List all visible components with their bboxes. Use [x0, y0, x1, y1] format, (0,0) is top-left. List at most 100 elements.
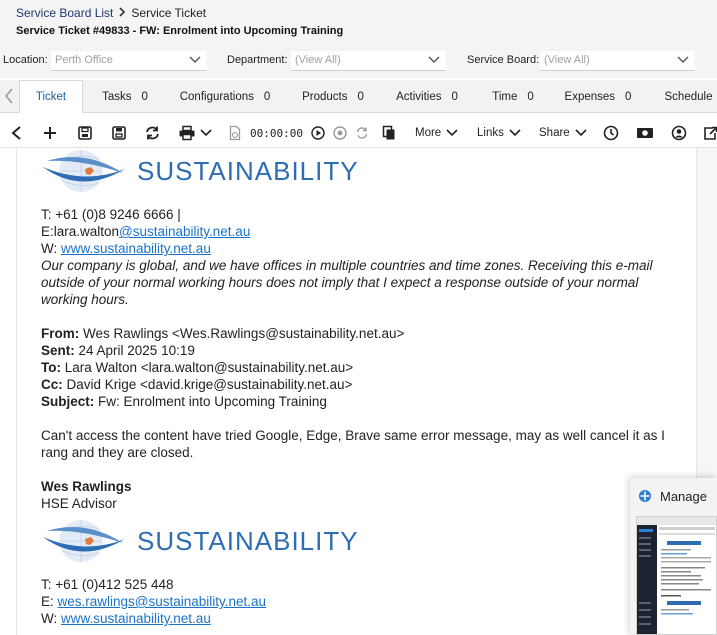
tab-ticket[interactable]: Ticket [19, 80, 83, 113]
time-entry-icon-wrap [229, 123, 241, 143]
signature-email-link[interactable]: wes.rawlings@sustainability.net.au [58, 594, 267, 609]
tab-schedule[interactable]: Schedule [660, 80, 717, 113]
ticket-notes-panel: SUSTAINABILITY T: +61 (0)8 9246 6666 | E… [16, 148, 697, 635]
service-board-value: (View All) [544, 54, 590, 66]
window-thumbnail[interactable] [636, 516, 717, 635]
more-label: More [415, 127, 442, 139]
timer-reset-button[interactable] [355, 123, 369, 143]
chevron-left-icon[interactable] [4, 87, 14, 105]
signature-phone: T: +61 (0)8 9246 6666 | [41, 207, 181, 222]
chevron-down-icon [428, 56, 440, 63]
tab-activities[interactable]: Activities 0 [392, 80, 462, 113]
more-menu[interactable]: More [415, 123, 459, 143]
document-clock-icon [229, 125, 241, 141]
app-window: Service Board List Service Ticket Servic… [0, 0, 717, 635]
signature-email-link[interactable]: @sustainability.net.au [119, 224, 250, 239]
manage-header[interactable]: Manage [630, 478, 717, 514]
to-label: To: [41, 360, 61, 375]
tab-configurations[interactable]: Configurations 0 [176, 80, 274, 113]
tab-label: Activities [396, 90, 442, 103]
signature-email-line: E: wes.rawlings@sustainability.net.au [41, 593, 681, 610]
tab-label: Ticket [35, 90, 67, 103]
tab-label: Configurations [179, 90, 254, 103]
signature-email-line: E:lara.walton@sustainability.net.au [41, 223, 681, 240]
timer-display: 00:00:00 [250, 126, 303, 140]
contact-button[interactable] [671, 123, 687, 143]
manage-label: Manage [660, 488, 707, 504]
open-external-button[interactable] [703, 123, 717, 143]
share-menu[interactable]: Share [539, 123, 588, 143]
tab-products[interactable]: Products 0 [298, 80, 368, 113]
timer-start-button[interactable] [311, 123, 325, 143]
links-menu[interactable]: Links [477, 123, 522, 143]
save-and-close-button[interactable] [111, 123, 127, 143]
tab-count: 0 [451, 90, 458, 103]
external-link-icon [704, 126, 717, 140]
logo-text: SUSTAINABILITY [137, 525, 359, 556]
history-button[interactable] [603, 123, 619, 143]
sent-label: Sent: [41, 343, 75, 358]
signature-web-link[interactable]: www.sustainability.net.au [61, 241, 211, 256]
breadcrumb: Service Board List Service Ticket [16, 6, 206, 20]
service-board-select[interactable]: (View All) [540, 51, 695, 71]
copy-button[interactable] [382, 123, 396, 143]
signature-web-line: W: www.sustainability.net.au [41, 610, 681, 627]
breadcrumb-service-board-list[interactable]: Service Board List [16, 6, 113, 20]
print-button[interactable] [178, 123, 213, 143]
email-body: SUSTAINABILITY T: +61 (0)8 9246 6666 | E… [41, 148, 681, 627]
header-subject: Subject: Fw: Enrolment into Upcoming Tra… [41, 393, 681, 410]
timer-stop-button[interactable] [333, 123, 347, 143]
tab-count: 0 [263, 90, 271, 103]
signature-web-line: W: www.sustainability.net.au [41, 240, 681, 257]
sent-value: 24 April 2025 10:19 [74, 343, 195, 358]
arrow-left-icon [11, 126, 21, 140]
reset-icon [356, 127, 368, 139]
tab-count: 0 [625, 90, 632, 103]
share-label: Share [539, 127, 570, 139]
new-button[interactable] [42, 123, 58, 143]
refresh-icon [146, 126, 159, 140]
location-select[interactable]: Perth Office [51, 51, 207, 71]
stop-icon [333, 126, 347, 140]
location-value: Perth Office [55, 54, 113, 66]
page-title: Service Ticket #49833 - FW: Enrolment in… [16, 25, 344, 37]
department-select[interactable]: (View All) [291, 51, 446, 71]
signature-email-prefix: E:lara.walton [41, 224, 120, 239]
back-button[interactable] [10, 123, 24, 143]
thumbnail-preview [637, 517, 716, 634]
save-button[interactable] [77, 123, 93, 143]
header-to: To: Lara Walton <lara.walton@sustainabil… [41, 359, 681, 376]
from-value: Wes Rawlings <Wes.Rawlings@sustainabilit… [79, 326, 405, 341]
links-label: Links [477, 127, 504, 139]
chevron-down-icon [446, 129, 458, 137]
signature-web-link[interactable]: www.sustainability.net.au [61, 611, 211, 626]
save-close-icon [112, 126, 126, 140]
user-circle-icon [671, 125, 687, 141]
globe-logo-icon [43, 520, 125, 562]
clock-icon [603, 125, 619, 141]
plus-icon [44, 127, 56, 139]
globe-logo-icon [43, 150, 125, 192]
signature-email-prefix: E: [41, 594, 58, 609]
printer-icon [179, 125, 195, 141]
tab-time[interactable]: Time 0 [488, 80, 538, 113]
tab-label: Expenses [564, 90, 616, 103]
company-logo: SUSTAINABILITY [41, 148, 681, 196]
refresh-button[interactable] [144, 123, 161, 143]
tab-bar: Ticket Tasks 0 Configurations 0 Products… [0, 80, 717, 113]
tab-tasks[interactable]: Tasks 0 [92, 80, 158, 113]
billing-button[interactable] [636, 123, 654, 143]
message-text: Can't access the content have tried Goog… [41, 428, 665, 460]
tab-expenses[interactable]: Expenses 0 [563, 80, 633, 113]
chevron-down-icon [575, 129, 587, 137]
copy-icon [382, 125, 395, 140]
header-from: From: Wes Rawlings <Wes.Rawlings@sustain… [41, 325, 681, 342]
department-label: Department: [227, 54, 288, 66]
manage-popup[interactable]: Manage [630, 478, 717, 635]
filter-bar: Location: Perth Office Department: (View… [0, 51, 717, 71]
tab-label: Time [492, 90, 518, 103]
tab-count: 0 [357, 90, 364, 103]
signature-web-prefix: W: [41, 611, 61, 626]
page-header: Service Board List Service Ticket Servic… [0, 0, 717, 78]
service-board-label: Service Board: [467, 54, 540, 66]
